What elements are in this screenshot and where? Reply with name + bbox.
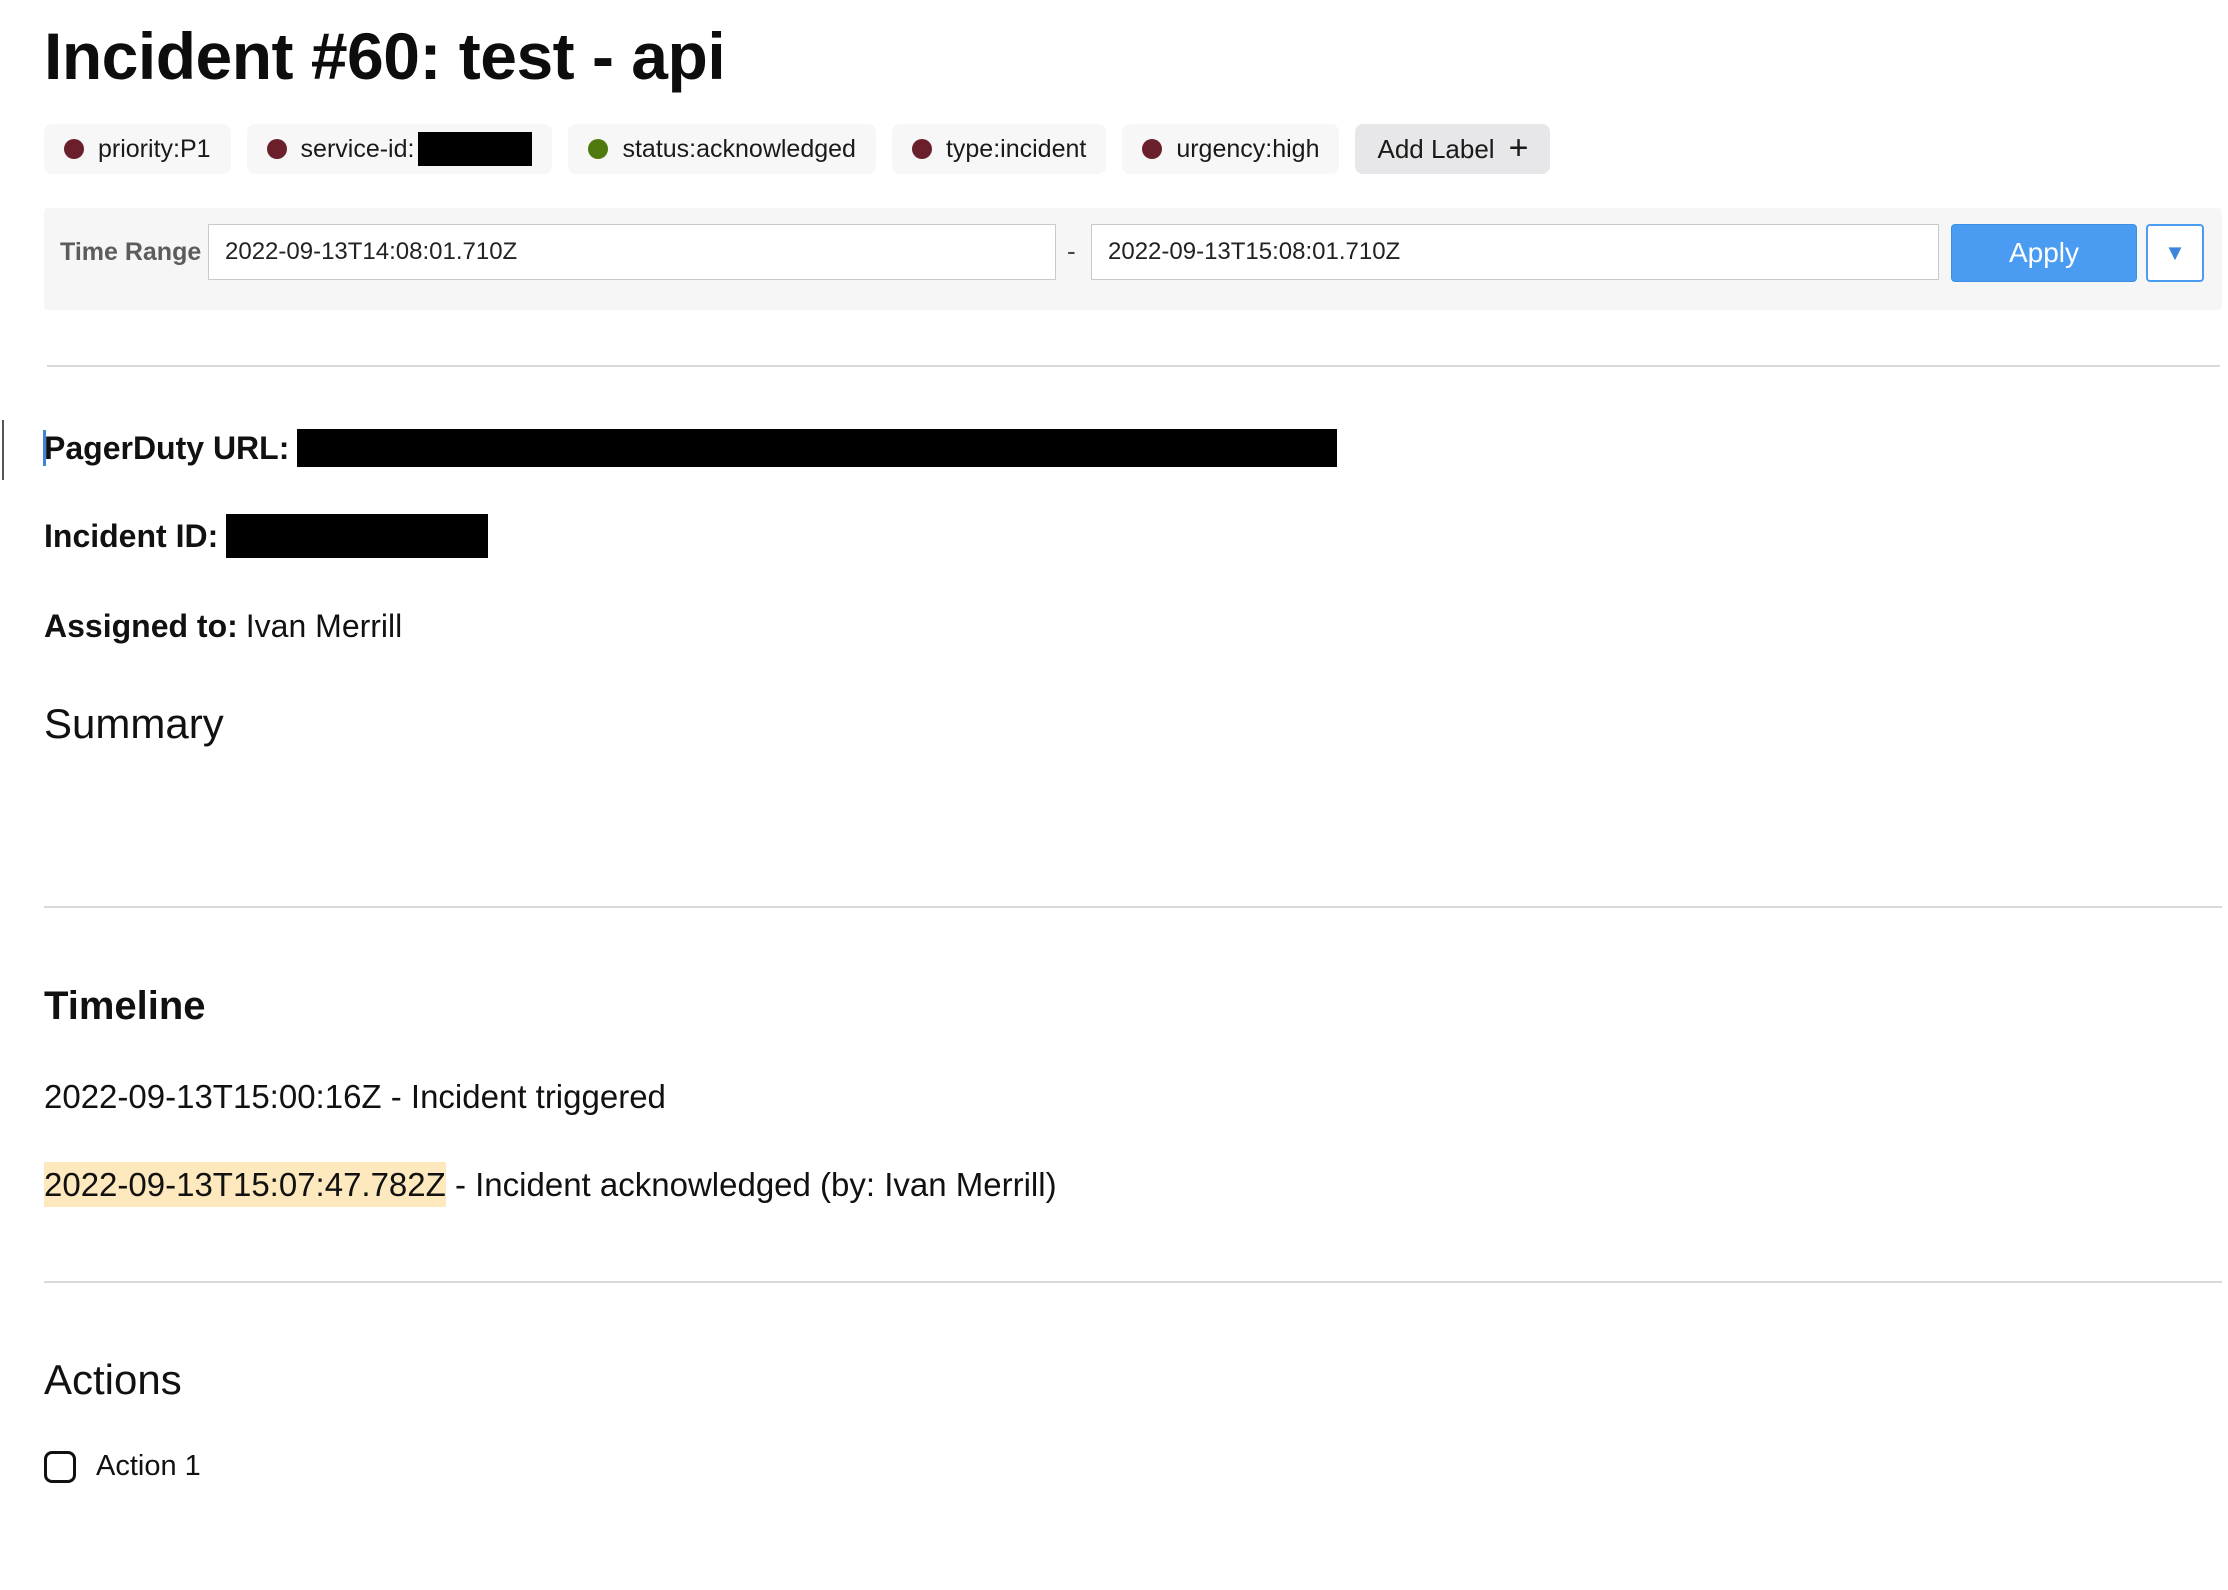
actions-heading: Actions: [44, 1356, 182, 1403]
label-text: urgency:high: [1176, 134, 1320, 163]
action-item: Action 1: [44, 1450, 201, 1483]
assigned-to-value: Ivan Merrill: [245, 607, 403, 644]
redacted-block: [226, 514, 489, 558]
page-title: Incident #60: test - api: [44, 19, 726, 93]
timeline-heading: Timeline: [44, 984, 206, 1028]
time-range-dropdown-button[interactable]: ▼: [2146, 224, 2204, 282]
label-dot-icon: [588, 139, 609, 159]
label-chip-service-id[interactable]: service-id:: [246, 124, 553, 174]
label-chip-status[interactable]: status:acknowledged: [568, 124, 876, 174]
pagerduty-url-field: PagerDuty URL:: [44, 426, 1338, 470]
action-checkbox[interactable]: [44, 1450, 76, 1483]
time-range-end-input[interactable]: 2022-09-13T15:08:01.710Z: [1091, 224, 1939, 280]
label-dot-icon: [64, 139, 84, 159]
redacted-block: [418, 132, 533, 166]
label-text: type:incident: [945, 134, 1087, 163]
incident-page: Incident #60: test - api priority:P1 ser…: [0, 0, 2228, 1590]
apply-button[interactable]: Apply: [1951, 224, 2137, 282]
labels-row: priority:P1 service-id: status:acknowled…: [44, 124, 1551, 174]
label-text: priority:P1: [98, 134, 211, 163]
divider: [44, 906, 2222, 908]
time-range-separator: -: [1067, 236, 1076, 266]
timeline-text: - Incident triggered: [381, 1078, 666, 1115]
label-text: service-id:: [300, 134, 415, 163]
add-label-text: Add Label: [1377, 133, 1495, 164]
time-range-bar: Time Range 2022-09-13T14:08:01.710Z - 20…: [44, 208, 2222, 310]
timeline-time-highlighted: 2022-09-13T15:07:47.782Z: [44, 1162, 446, 1207]
label-text: status:acknowledged: [622, 134, 856, 163]
incident-id-label: Incident ID:: [44, 517, 219, 554]
timeline-entry: 2022-09-13T15:00:16Z - Incident triggere…: [44, 1078, 666, 1116]
summary-heading: Summary: [44, 700, 224, 747]
edit-margin-marker: [2, 420, 4, 480]
label-chip-type[interactable]: type:incident: [891, 124, 1107, 174]
action-label: Action 1: [96, 1450, 201, 1482]
divider: [44, 1281, 2222, 1283]
assigned-to-label: Assigned to:: [44, 607, 238, 644]
label-chip-urgency[interactable]: urgency:high: [1122, 124, 1340, 174]
timeline-text: - Incident acknowledged (by: Ivan Merril…: [445, 1166, 1057, 1203]
time-range-start-input[interactable]: 2022-09-13T14:08:01.710Z: [208, 224, 1056, 280]
pagerduty-url-label: PagerDuty URL:: [44, 429, 290, 466]
label-dot-icon: [1142, 139, 1163, 159]
plus-icon: +: [1508, 128, 1529, 167]
add-label-button[interactable]: Add Label +: [1355, 124, 1551, 174]
divider: [47, 365, 2220, 367]
label-chip-priority[interactable]: priority:P1: [44, 124, 231, 174]
redacted-block: [297, 429, 1338, 467]
time-range-label: Time Range: [60, 238, 202, 266]
assigned-to-field: Assigned to: Ivan Merrill: [44, 604, 402, 648]
timeline-time: 2022-09-13T15:00:16Z: [44, 1078, 382, 1115]
label-dot-icon: [266, 139, 287, 159]
triangle-down-icon: ▼: [2164, 240, 2186, 265]
timeline-entry: 2022-09-13T15:07:47.782Z - Incident ackn…: [44, 1162, 1057, 1207]
incident-id-field: Incident ID:: [44, 514, 489, 558]
label-dot-icon: [911, 139, 932, 159]
